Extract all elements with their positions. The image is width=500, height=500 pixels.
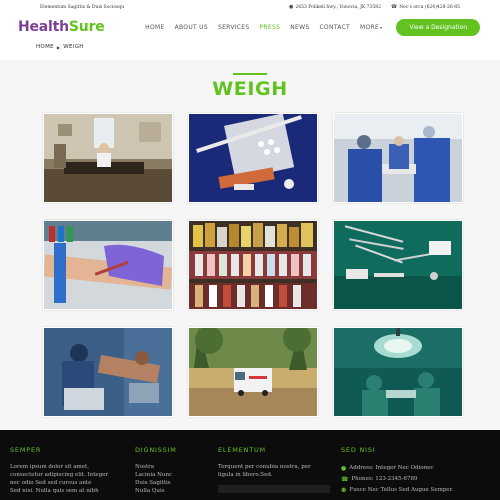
nav-home[interactable]: HOME xyxy=(145,24,164,31)
main-nav: HOME ABOUT US SERVICES PRESS NEWS CONTAC… xyxy=(145,24,382,31)
user-icon: ☻ xyxy=(341,487,347,494)
patient-surgery-image xyxy=(44,328,172,416)
footer-link[interactable]: Nulla Quis xyxy=(135,487,205,495)
phone-icon: ☎ xyxy=(390,4,398,10)
caret-down-icon: ▾ xyxy=(380,24,383,30)
logo-part-1: Health xyxy=(18,19,69,35)
gallery-item[interactable] xyxy=(333,327,463,417)
footer-link[interactable]: Lacinia Nunc xyxy=(135,471,205,479)
operating-room-image xyxy=(334,328,462,416)
blood-draw-image xyxy=(44,221,172,309)
medical-tools-image xyxy=(189,114,317,202)
footer-phone-text[interactable]: Phones: 123-2345-6789 xyxy=(351,474,417,485)
footer-link[interactable]: Duis Sagittis xyxy=(135,479,205,487)
gallery-grid xyxy=(43,113,463,417)
nav-news[interactable]: NEWS xyxy=(290,24,309,31)
title-accent-line xyxy=(233,73,267,75)
footer-col3-text: Torquent per conubia nostra, per xyxy=(218,464,311,470)
address-text: 2653 Polikeli hwy., Vonovia, JK 73582 xyxy=(295,4,381,10)
phone-text[interactable]: Nec's orca (624)428-26-85 xyxy=(399,5,460,10)
site-footer: SEMPER Lorem ipsum dolor sit amet, conse… xyxy=(0,430,500,500)
footer-col-sed-nisi: SED NISI ● Address: Integer Nec Odionec ☎… xyxy=(341,446,496,496)
footer-col1-text: nec odio Sed sed cursus ante xyxy=(10,480,92,486)
map-pin-icon: ● xyxy=(289,4,294,10)
footer-col1-text: consectetur adipiscing elit. Integer xyxy=(10,472,109,478)
footer-link[interactable]: Nostra xyxy=(135,463,205,471)
map-pin-icon: ● xyxy=(341,465,347,472)
gallery-section: WEIGH xyxy=(0,60,500,430)
breadcrumb-current: WEIGH xyxy=(63,44,84,50)
gallery-item[interactable] xyxy=(43,327,173,417)
nav-services[interactable]: SERVICES xyxy=(218,24,250,31)
page-title: WEIGH xyxy=(212,78,288,100)
footer-address-text: Address: Integer Nec Odionec xyxy=(349,465,434,471)
footer-col2-title: DIGNISSIM xyxy=(135,446,177,454)
nav-press[interactable]: PRESS xyxy=(260,24,281,31)
footer-email: ☻ Fusce Nec Tellus Sed Augue Semper. xyxy=(341,485,496,496)
footer-input-bar[interactable] xyxy=(218,485,330,493)
gallery-item[interactable] xyxy=(188,220,318,310)
site-logo[interactable]: HealthSure xyxy=(18,19,105,35)
footer-col1-text: Sed nisi. Nulla quis sem at nibh xyxy=(10,488,99,494)
gallery-item[interactable] xyxy=(43,220,173,310)
nav-about-us[interactable]: ABOUT US xyxy=(175,24,208,31)
footer-address: ● Address: Integer Nec Odionec xyxy=(341,463,496,474)
view-designation-button[interactable]: View a Designation xyxy=(396,18,480,36)
medicine-bottles-image xyxy=(189,221,317,309)
footer-col-elementum: ELEMENTUM Torquent per conubia nostra, p… xyxy=(218,446,333,493)
doctor-office-image xyxy=(44,114,172,202)
footer-email-text[interactable]: Fusce Nec Tellus Sed Augue Semper. xyxy=(349,485,453,496)
footer-col-dignissim: DIGNISSIM Nostra Lacinia Nunc Duis Sagit… xyxy=(135,446,205,495)
gallery-item[interactable] xyxy=(188,327,318,417)
breadcrumb: HOME ▶ WEIGH xyxy=(0,44,500,50)
nav-more[interactable]: MORE ▾ xyxy=(360,24,382,31)
footer-col4-title: SED NISI xyxy=(341,446,376,454)
gallery-item[interactable] xyxy=(333,113,463,203)
breadcrumb-home[interactable]: HOME xyxy=(36,44,54,50)
footer-col1-text: Lorem ipsum dolor sit amet, xyxy=(10,464,89,470)
tagline: Elementum Sagittis & Duis Sociosqu xyxy=(40,4,125,10)
top-info-bar: Elementum Sagittis & Duis Sociosqu ● 265… xyxy=(0,0,500,14)
phone-icon: ☎ xyxy=(341,476,349,483)
chevron-right-icon: ▶ xyxy=(56,44,61,50)
nav-more-label: MORE xyxy=(360,23,380,31)
footer-col-semper: SEMPER Lorem ipsum dolor sit amet, conse… xyxy=(10,446,130,495)
phone-info: ☎ Nec's orca (624)428-26-85 xyxy=(391,4,460,10)
gallery-item[interactable] xyxy=(188,113,318,203)
surgeons-image xyxy=(334,114,462,202)
ambulance-image xyxy=(189,328,317,416)
site-header: HealthSure HOME ABOUT US SERVICES PRESS … xyxy=(0,14,500,40)
nav-contact[interactable]: CONTACT xyxy=(319,24,350,31)
footer-phone: ☎ Phones: 123-2345-6789 xyxy=(341,474,496,485)
logo-part-2: Sure xyxy=(68,19,105,35)
surgical-instruments-image xyxy=(334,221,462,309)
footer-col3-title: ELEMENTUM xyxy=(218,446,266,454)
footer-col3-text: ligula in libero.Sed. xyxy=(218,472,273,478)
footer-col1-title: SEMPER xyxy=(10,446,42,454)
address-info: ● 2653 Polikeli hwy., Vonovia, JK 73582 xyxy=(289,4,381,10)
gallery-item[interactable] xyxy=(43,113,173,203)
gallery-item[interactable] xyxy=(333,220,463,310)
